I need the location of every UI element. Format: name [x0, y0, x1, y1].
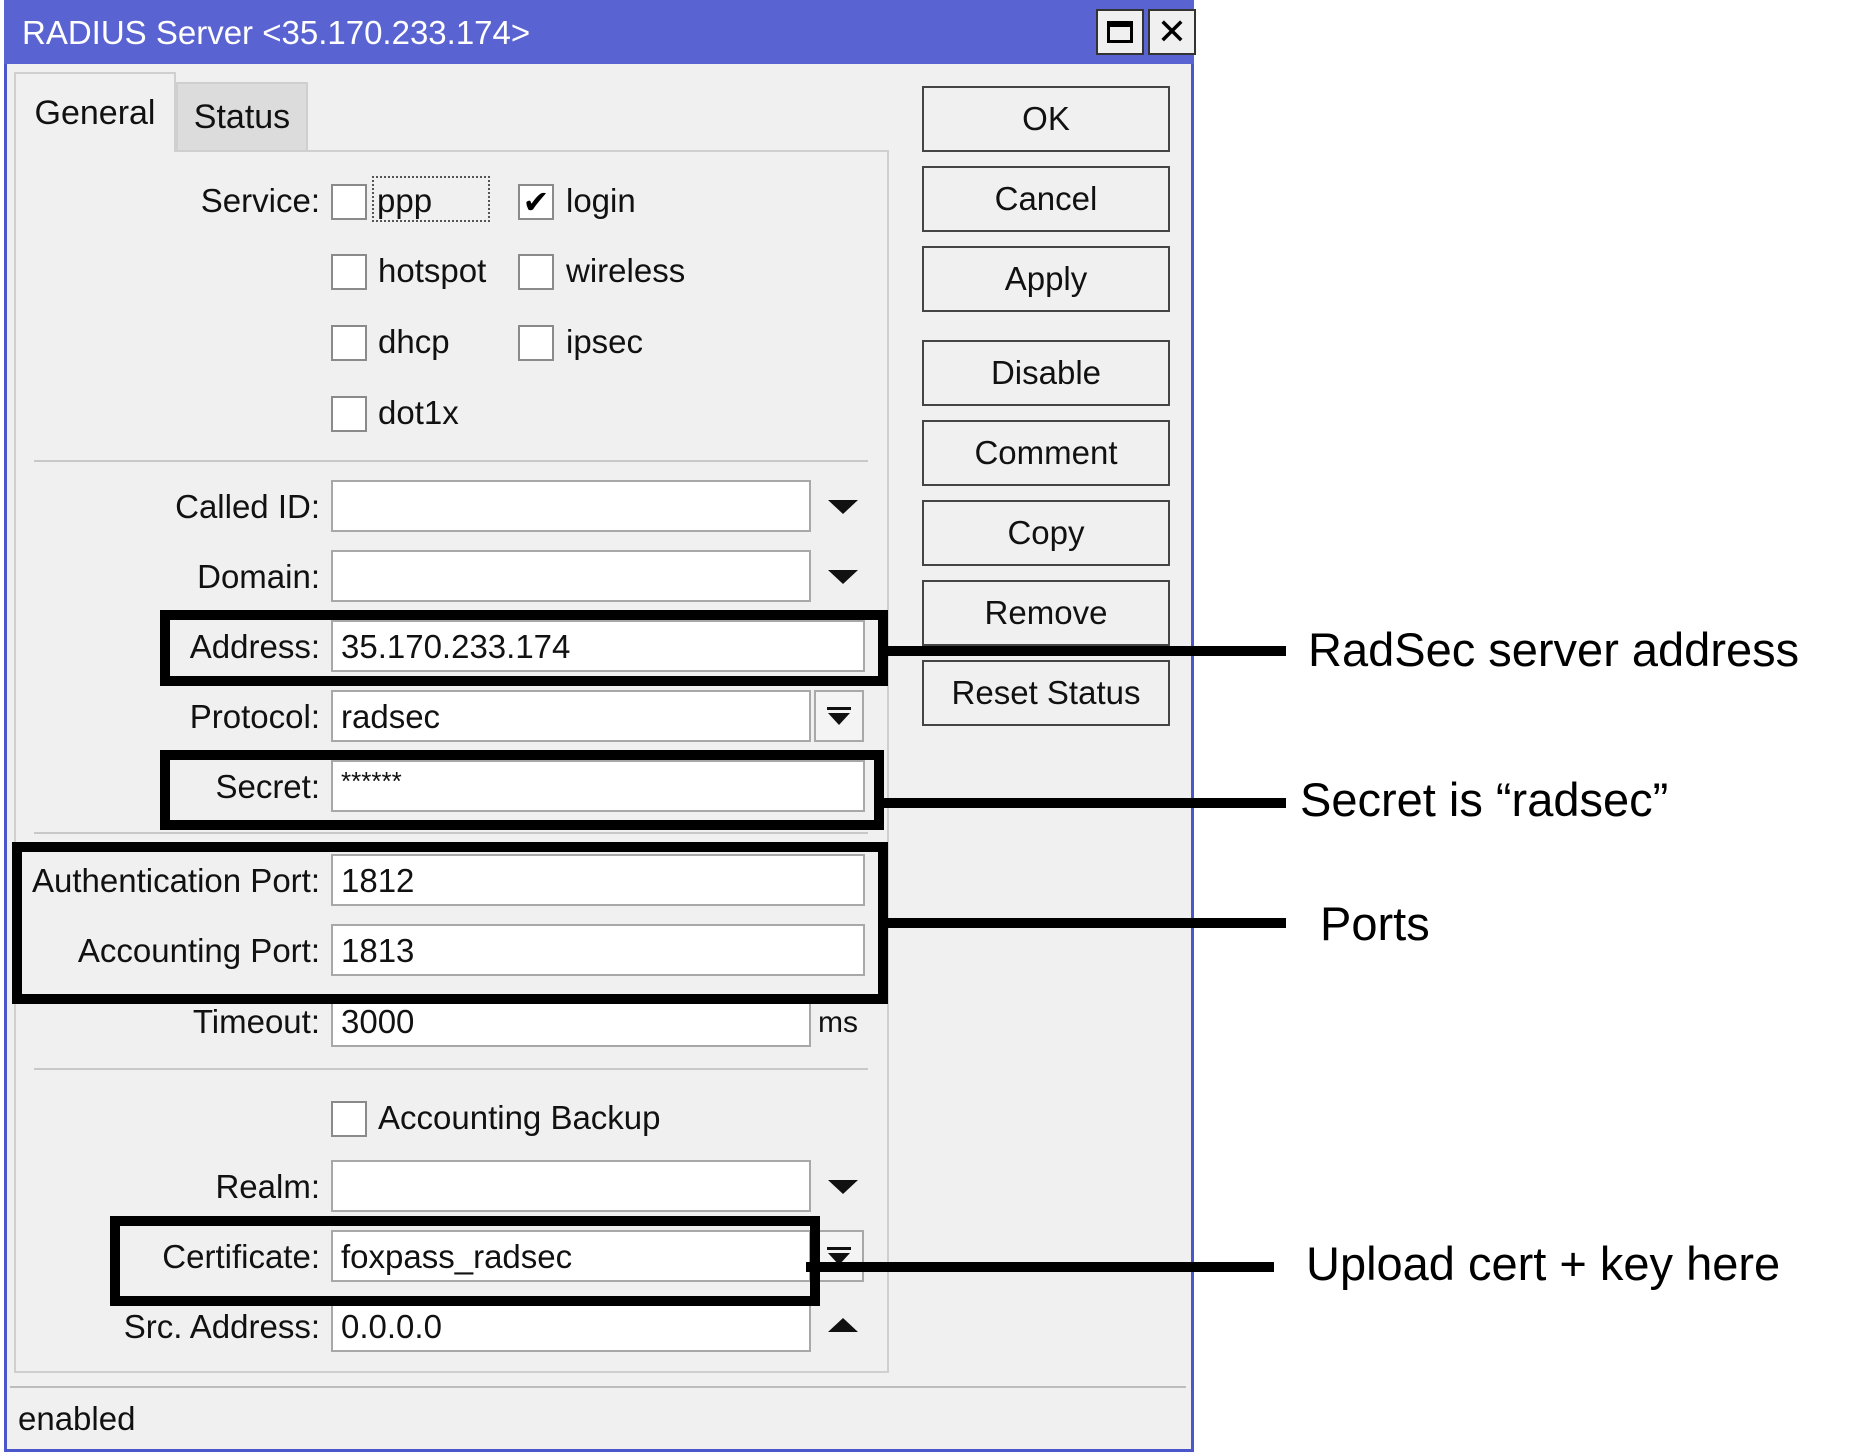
separator: [34, 1068, 868, 1070]
domain-label: Domain:: [197, 558, 320, 595]
login-label: login: [566, 182, 636, 219]
dot1x-label: dot1x: [378, 394, 459, 431]
timeout-label: Timeout:: [192, 1003, 320, 1040]
domain-dropdown[interactable]: [828, 570, 858, 584]
ports-highlight-box: [12, 842, 888, 1004]
tab-status[interactable]: Status: [176, 82, 308, 150]
wireless-checkbox[interactable]: [518, 254, 554, 290]
realm-dropdown[interactable]: [828, 1180, 858, 1194]
chevron-down-icon: [828, 570, 858, 584]
cancel-button[interactable]: Cancel: [922, 166, 1170, 232]
bar-icon: [827, 1247, 851, 1250]
dhcp-label: dhcp: [378, 323, 450, 360]
service-label: Service:: [200, 182, 320, 219]
called-id-dropdown[interactable]: [828, 500, 858, 514]
status-bar: enabled: [10, 1386, 1186, 1444]
chevron-down-icon: [828, 1180, 858, 1194]
chevron-down-icon: [828, 713, 850, 725]
realm-label: Realm:: [215, 1168, 320, 1205]
accounting-backup-checkbox[interactable]: [331, 1101, 367, 1137]
tab-general[interactable]: General: [14, 72, 176, 152]
address-highlight-box: [160, 610, 888, 686]
protocol-select[interactable]: radsec: [331, 690, 811, 742]
accounting-backup-label: Accounting Backup: [378, 1099, 661, 1136]
timeout-unit: ms: [818, 1006, 858, 1039]
maximize-button[interactable]: [1096, 9, 1144, 55]
copy-button[interactable]: Copy: [922, 500, 1170, 566]
ipsec-checkbox[interactable]: [518, 325, 554, 361]
dhcp-checkbox[interactable]: [331, 325, 367, 361]
ports-annotation: Ports: [1320, 897, 1430, 950]
secret-annotation: Secret is “radsec”: [1300, 773, 1669, 826]
certificate-dropdown-button[interactable]: [814, 1230, 864, 1282]
ok-button[interactable]: OK: [922, 86, 1170, 152]
ppp-checkbox[interactable]: [331, 184, 367, 220]
wireless-label: wireless: [566, 252, 686, 289]
window-title: RADIUS Server <35.170.233.174>: [22, 14, 531, 51]
certificate-leader-line: [806, 1262, 1274, 1272]
src-address-label: Src. Address:: [123, 1308, 320, 1345]
called-id-input[interactable]: [331, 480, 811, 532]
secret-highlight-box: [160, 750, 884, 830]
address-annotation: RadSec server address: [1308, 623, 1800, 676]
reset-status-button[interactable]: Reset Status: [922, 660, 1170, 726]
hotspot-label: hotspot: [378, 252, 487, 289]
close-icon: ✕: [1156, 11, 1188, 52]
protocol-dropdown-button[interactable]: [814, 690, 864, 742]
bar-icon: [827, 707, 851, 710]
protocol-label: Protocol:: [189, 698, 320, 735]
realm-input[interactable]: [331, 1160, 811, 1212]
certificate-annotation: Upload cert + key here: [1306, 1237, 1781, 1290]
chevron-up-icon: [828, 1318, 858, 1332]
domain-input[interactable]: [331, 550, 811, 602]
hotspot-checkbox[interactable]: [331, 254, 367, 290]
certificate-highlight-box: [110, 1216, 820, 1306]
ipsec-label: ipsec: [566, 323, 644, 360]
ports-leader-line: [888, 918, 1286, 928]
address-leader-line: [888, 646, 1286, 656]
login-checkbox[interactable]: ✔: [518, 184, 554, 220]
maximize-icon: [1107, 21, 1133, 43]
remove-button[interactable]: Remove: [922, 580, 1170, 646]
apply-button[interactable]: Apply: [922, 246, 1170, 312]
close-button[interactable]: ✕: [1148, 9, 1196, 55]
disable-button[interactable]: Disable: [922, 340, 1170, 406]
dot1x-checkbox[interactable]: [331, 396, 367, 432]
checkmark-icon: ✔: [522, 184, 550, 220]
separator: [34, 832, 868, 834]
called-id-label: Called ID:: [175, 488, 320, 525]
comment-button[interactable]: Comment: [922, 420, 1170, 486]
chevron-down-icon: [828, 500, 858, 514]
separator: [34, 460, 868, 462]
src-address-collapse[interactable]: [828, 1318, 858, 1332]
ppp-label: ppp: [377, 182, 433, 219]
src-address-input[interactable]: 0.0.0.0: [331, 1300, 811, 1352]
title-bar[interactable]: RADIUS Server <35.170.233.174> ✕: [4, 0, 1196, 64]
secret-leader-line: [884, 798, 1286, 808]
